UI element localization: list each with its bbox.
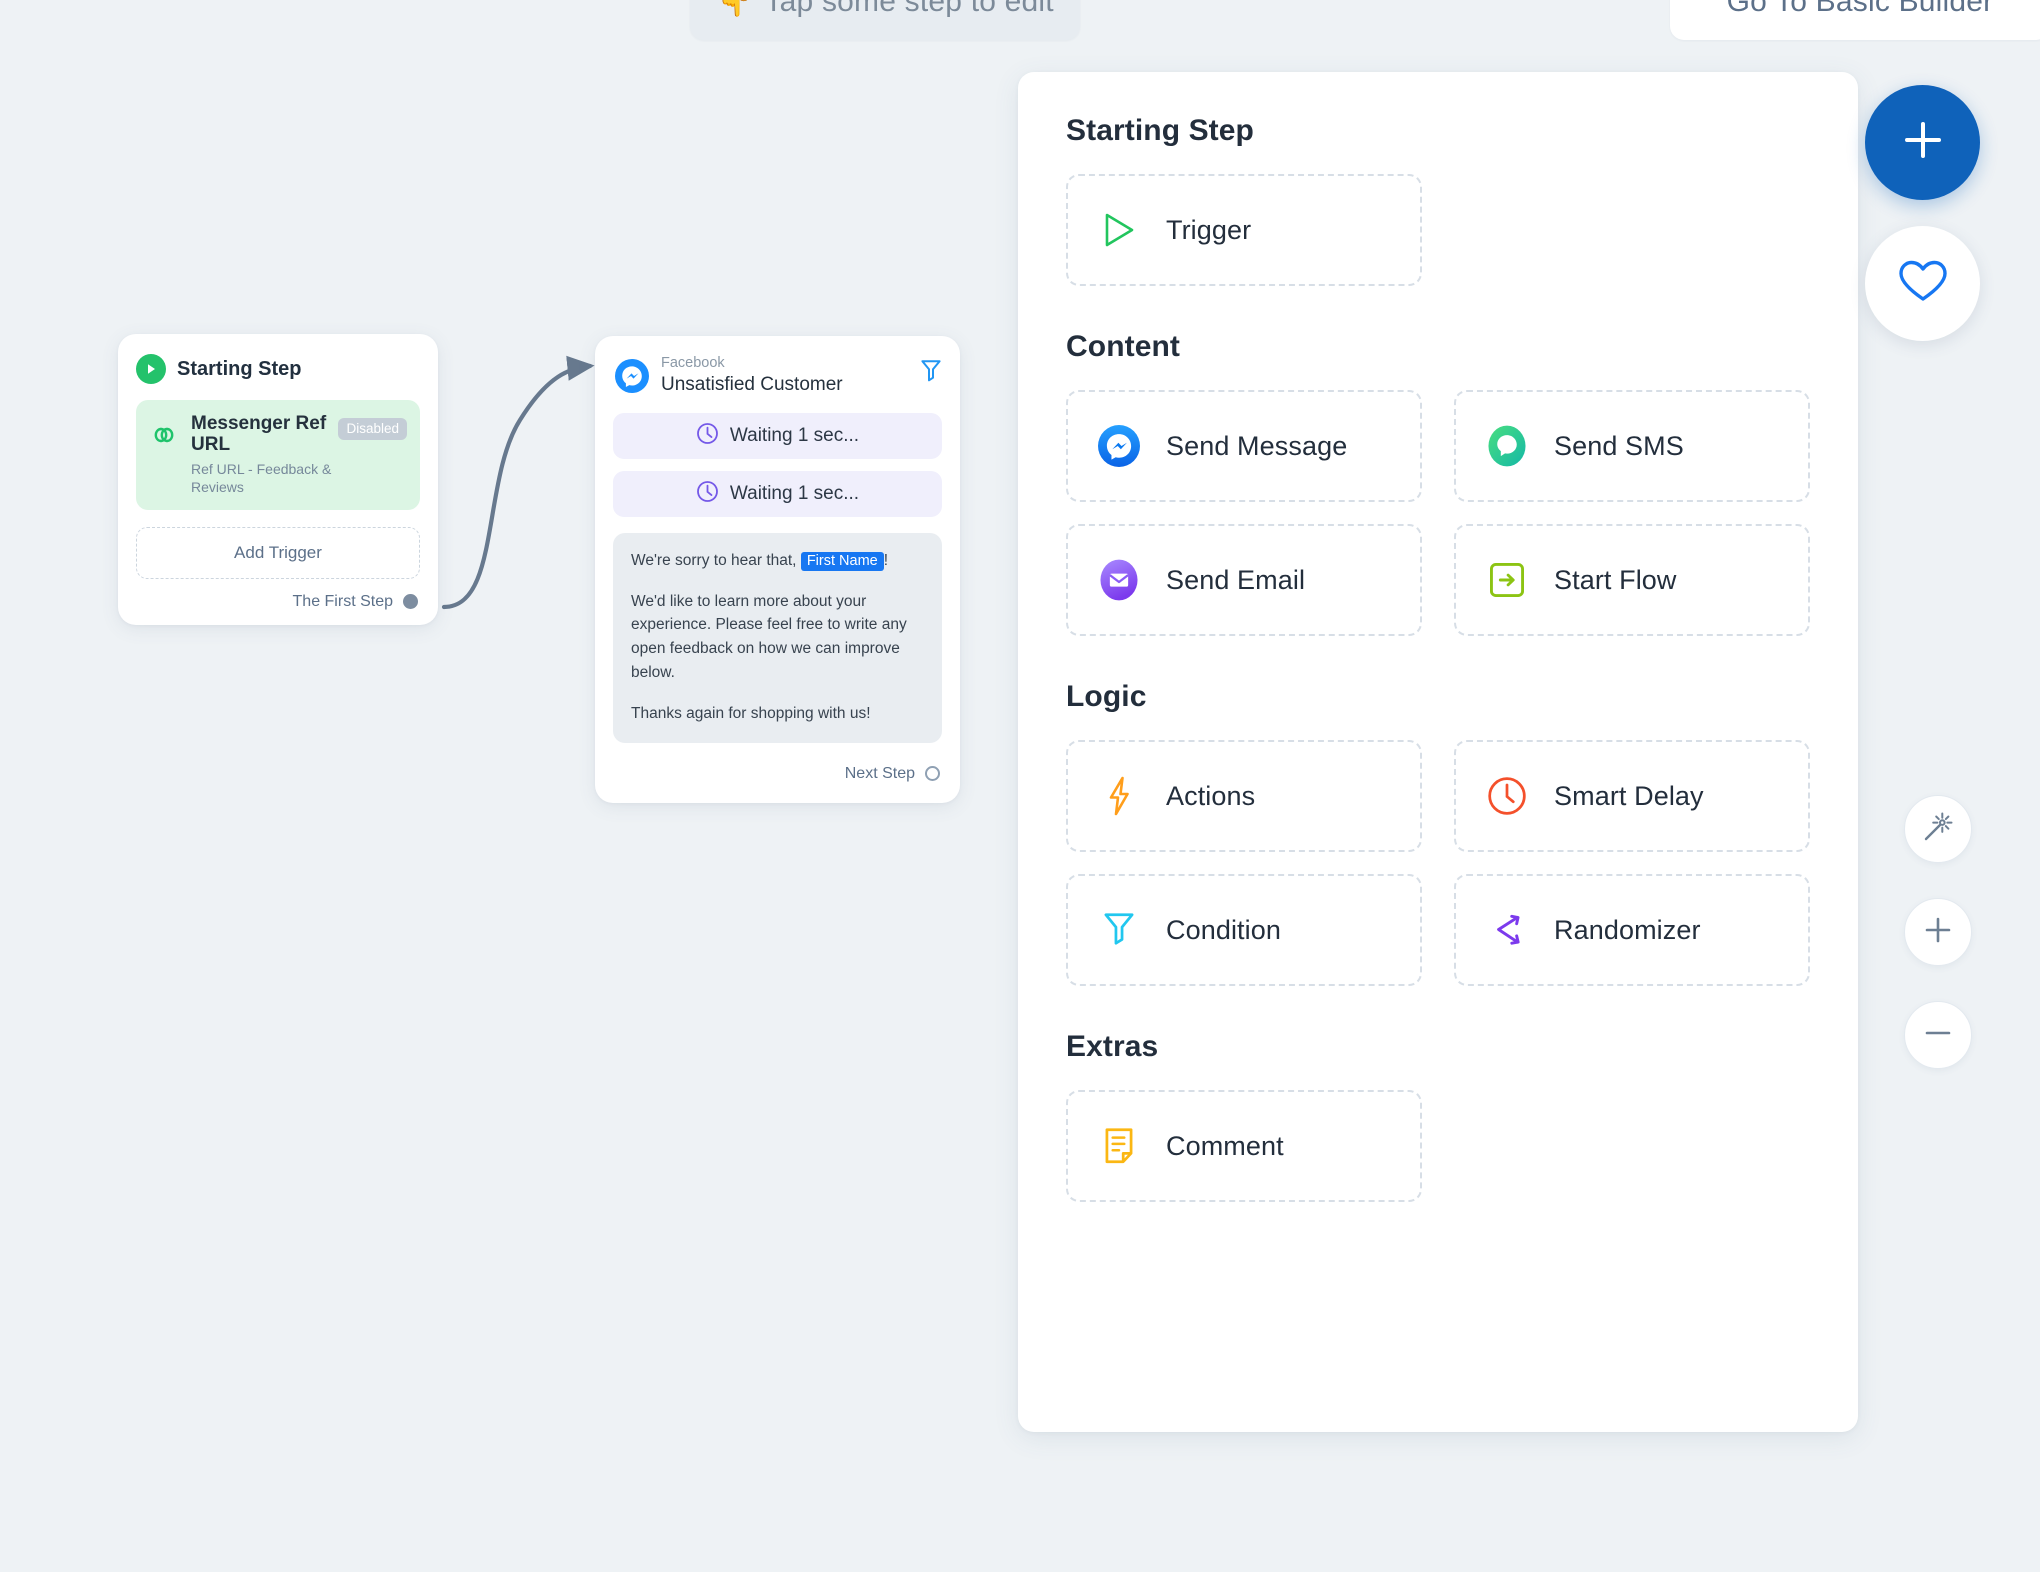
heart-icon — [1896, 256, 1950, 311]
option-condition-label: Condition — [1166, 914, 1281, 945]
arrow-into-box-icon — [1486, 559, 1528, 601]
add-trigger-label: Add Trigger — [234, 542, 322, 562]
message-node-title: Unsatisfied Customer — [661, 373, 843, 395]
message-node-meta: Facebook Unsatisfied Customer — [661, 355, 843, 397]
section-title-extras: Extras — [1066, 1030, 1159, 1063]
trigger-title: Messenger Ref URL — [191, 413, 327, 456]
play-circle-icon — [136, 354, 166, 384]
bubble-line-2: We'd like to learn more about your exper… — [631, 592, 907, 682]
first-step-out-row: The First Step — [136, 593, 420, 611]
clock-icon — [696, 480, 719, 508]
starting-step-label: Starting Step — [177, 357, 302, 380]
option-start-flow-label: Start Flow — [1554, 564, 1677, 595]
funnel-icon[interactable] — [920, 358, 942, 387]
output-port-filled-icon[interactable] — [403, 594, 418, 610]
chain-link-icon — [150, 425, 178, 450]
wait-step-row[interactable]: Waiting 1 sec... — [613, 412, 942, 459]
next-step-label: Next Step — [844, 764, 915, 782]
section-title-logic: Logic — [1066, 680, 1147, 713]
option-send-message[interactable]: Send Message — [1066, 390, 1422, 502]
clock-icon — [1486, 775, 1528, 817]
message-step-node[interactable]: Facebook Unsatisfied Customer Waiting 1 — [595, 336, 960, 803]
option-actions[interactable]: Actions — [1066, 740, 1422, 852]
wait-step-row[interactable]: Waiting 1 sec... — [613, 470, 942, 517]
option-trigger[interactable]: Trigger — [1066, 174, 1422, 286]
next-step-out-row: Next Step — [595, 743, 960, 803]
starting-step-node[interactable]: Starting Step Messenger Ref URL Ref URL … — [118, 334, 438, 625]
starting-step-header: Starting Step — [136, 354, 420, 384]
messenger-icon — [615, 359, 649, 393]
option-send-email-label: Send Email — [1166, 564, 1306, 595]
section-grid-extras: Comment — [1066, 1090, 1810, 1202]
messenger-icon — [1098, 425, 1140, 467]
note-icon — [1098, 1125, 1140, 1167]
option-randomizer[interactable]: Randomizer — [1454, 874, 1810, 986]
option-send-sms[interactable]: Send SMS — [1454, 390, 1810, 502]
add-step-fab[interactable] — [1865, 85, 1980, 200]
option-send-message-label: Send Message — [1166, 430, 1348, 461]
zoom-out-button[interactable] — [1904, 1001, 1972, 1069]
bubble-line-1-prefix: We're sorry to hear that, — [631, 551, 797, 569]
section-title-starting-step: Starting Step — [1066, 114, 1254, 147]
section-grid-starting-step: Trigger — [1066, 174, 1810, 286]
option-send-sms-label: Send SMS — [1554, 430, 1684, 461]
wait-step-label: Waiting 1 sec... — [729, 424, 860, 446]
sms-bubble-icon — [1486, 425, 1528, 467]
merge-field-token: First Name — [800, 551, 884, 571]
option-start-flow[interactable]: Start Flow — [1454, 524, 1810, 636]
auto-layout-button[interactable] — [1904, 795, 1972, 863]
add-trigger-button[interactable]: Add Trigger — [136, 526, 420, 579]
funnel-icon — [1098, 909, 1140, 951]
plus-icon — [1921, 913, 1955, 952]
trigger-chip-messenger-ref-url[interactable]: Messenger Ref URL Ref URL - Feedback & R… — [136, 400, 420, 510]
step-library-panel: Starting Step Trigger Content Send Messa… — [1018, 72, 1858, 1432]
zoom-in-button[interactable] — [1904, 898, 1972, 966]
message-node-header: Facebook Unsatisfied Customer — [595, 336, 960, 401]
bubble-line-1: We're sorry to hear that, First Name! — [631, 549, 924, 573]
option-smart-delay[interactable]: Smart Delay — [1454, 740, 1810, 852]
email-envelope-icon — [1098, 559, 1140, 601]
option-send-email[interactable]: Send Email — [1066, 524, 1422, 636]
minus-icon — [1921, 1016, 1955, 1055]
play-triangle-icon — [1098, 209, 1140, 251]
platform-label: Facebook — [661, 355, 725, 371]
clock-icon — [696, 422, 719, 450]
option-comment-label: Comment — [1166, 1130, 1284, 1161]
option-actions-label: Actions — [1166, 780, 1256, 811]
message-text-bubble[interactable]: We're sorry to hear that, First Name! We… — [613, 532, 942, 743]
option-randomizer-label: Randomizer — [1554, 914, 1701, 945]
add-plus-icon — [1897, 114, 1949, 171]
trigger-subtitle: Ref URL - Feedback & Reviews — [191, 460, 332, 495]
option-trigger-label: Trigger — [1166, 214, 1252, 245]
bubble-line-1-suffix: ! — [883, 551, 889, 569]
favorites-fab[interactable] — [1865, 226, 1980, 341]
status-badge-disabled: Disabled — [338, 418, 407, 440]
option-smart-delay-label: Smart Delay — [1554, 780, 1704, 811]
randomizer-icon — [1486, 909, 1528, 951]
option-condition[interactable]: Condition — [1066, 874, 1422, 986]
section-title-content: Content — [1066, 330, 1181, 363]
first-step-label: The First Step — [292, 592, 393, 610]
section-grid-content: Send Message Send SMS Send Email Start F… — [1066, 390, 1810, 636]
section-grid-logic: Actions Smart Delay Condition Randomizer — [1066, 740, 1810, 986]
lightning-bolt-icon — [1098, 775, 1140, 817]
bubble-line-3: Thanks again for shopping with us! — [631, 704, 871, 722]
magic-wand-icon — [1921, 810, 1955, 849]
option-comment[interactable]: Comment — [1066, 1090, 1422, 1202]
output-port-empty-icon[interactable] — [925, 766, 940, 782]
wait-step-label: Waiting 1 sec... — [729, 482, 860, 504]
